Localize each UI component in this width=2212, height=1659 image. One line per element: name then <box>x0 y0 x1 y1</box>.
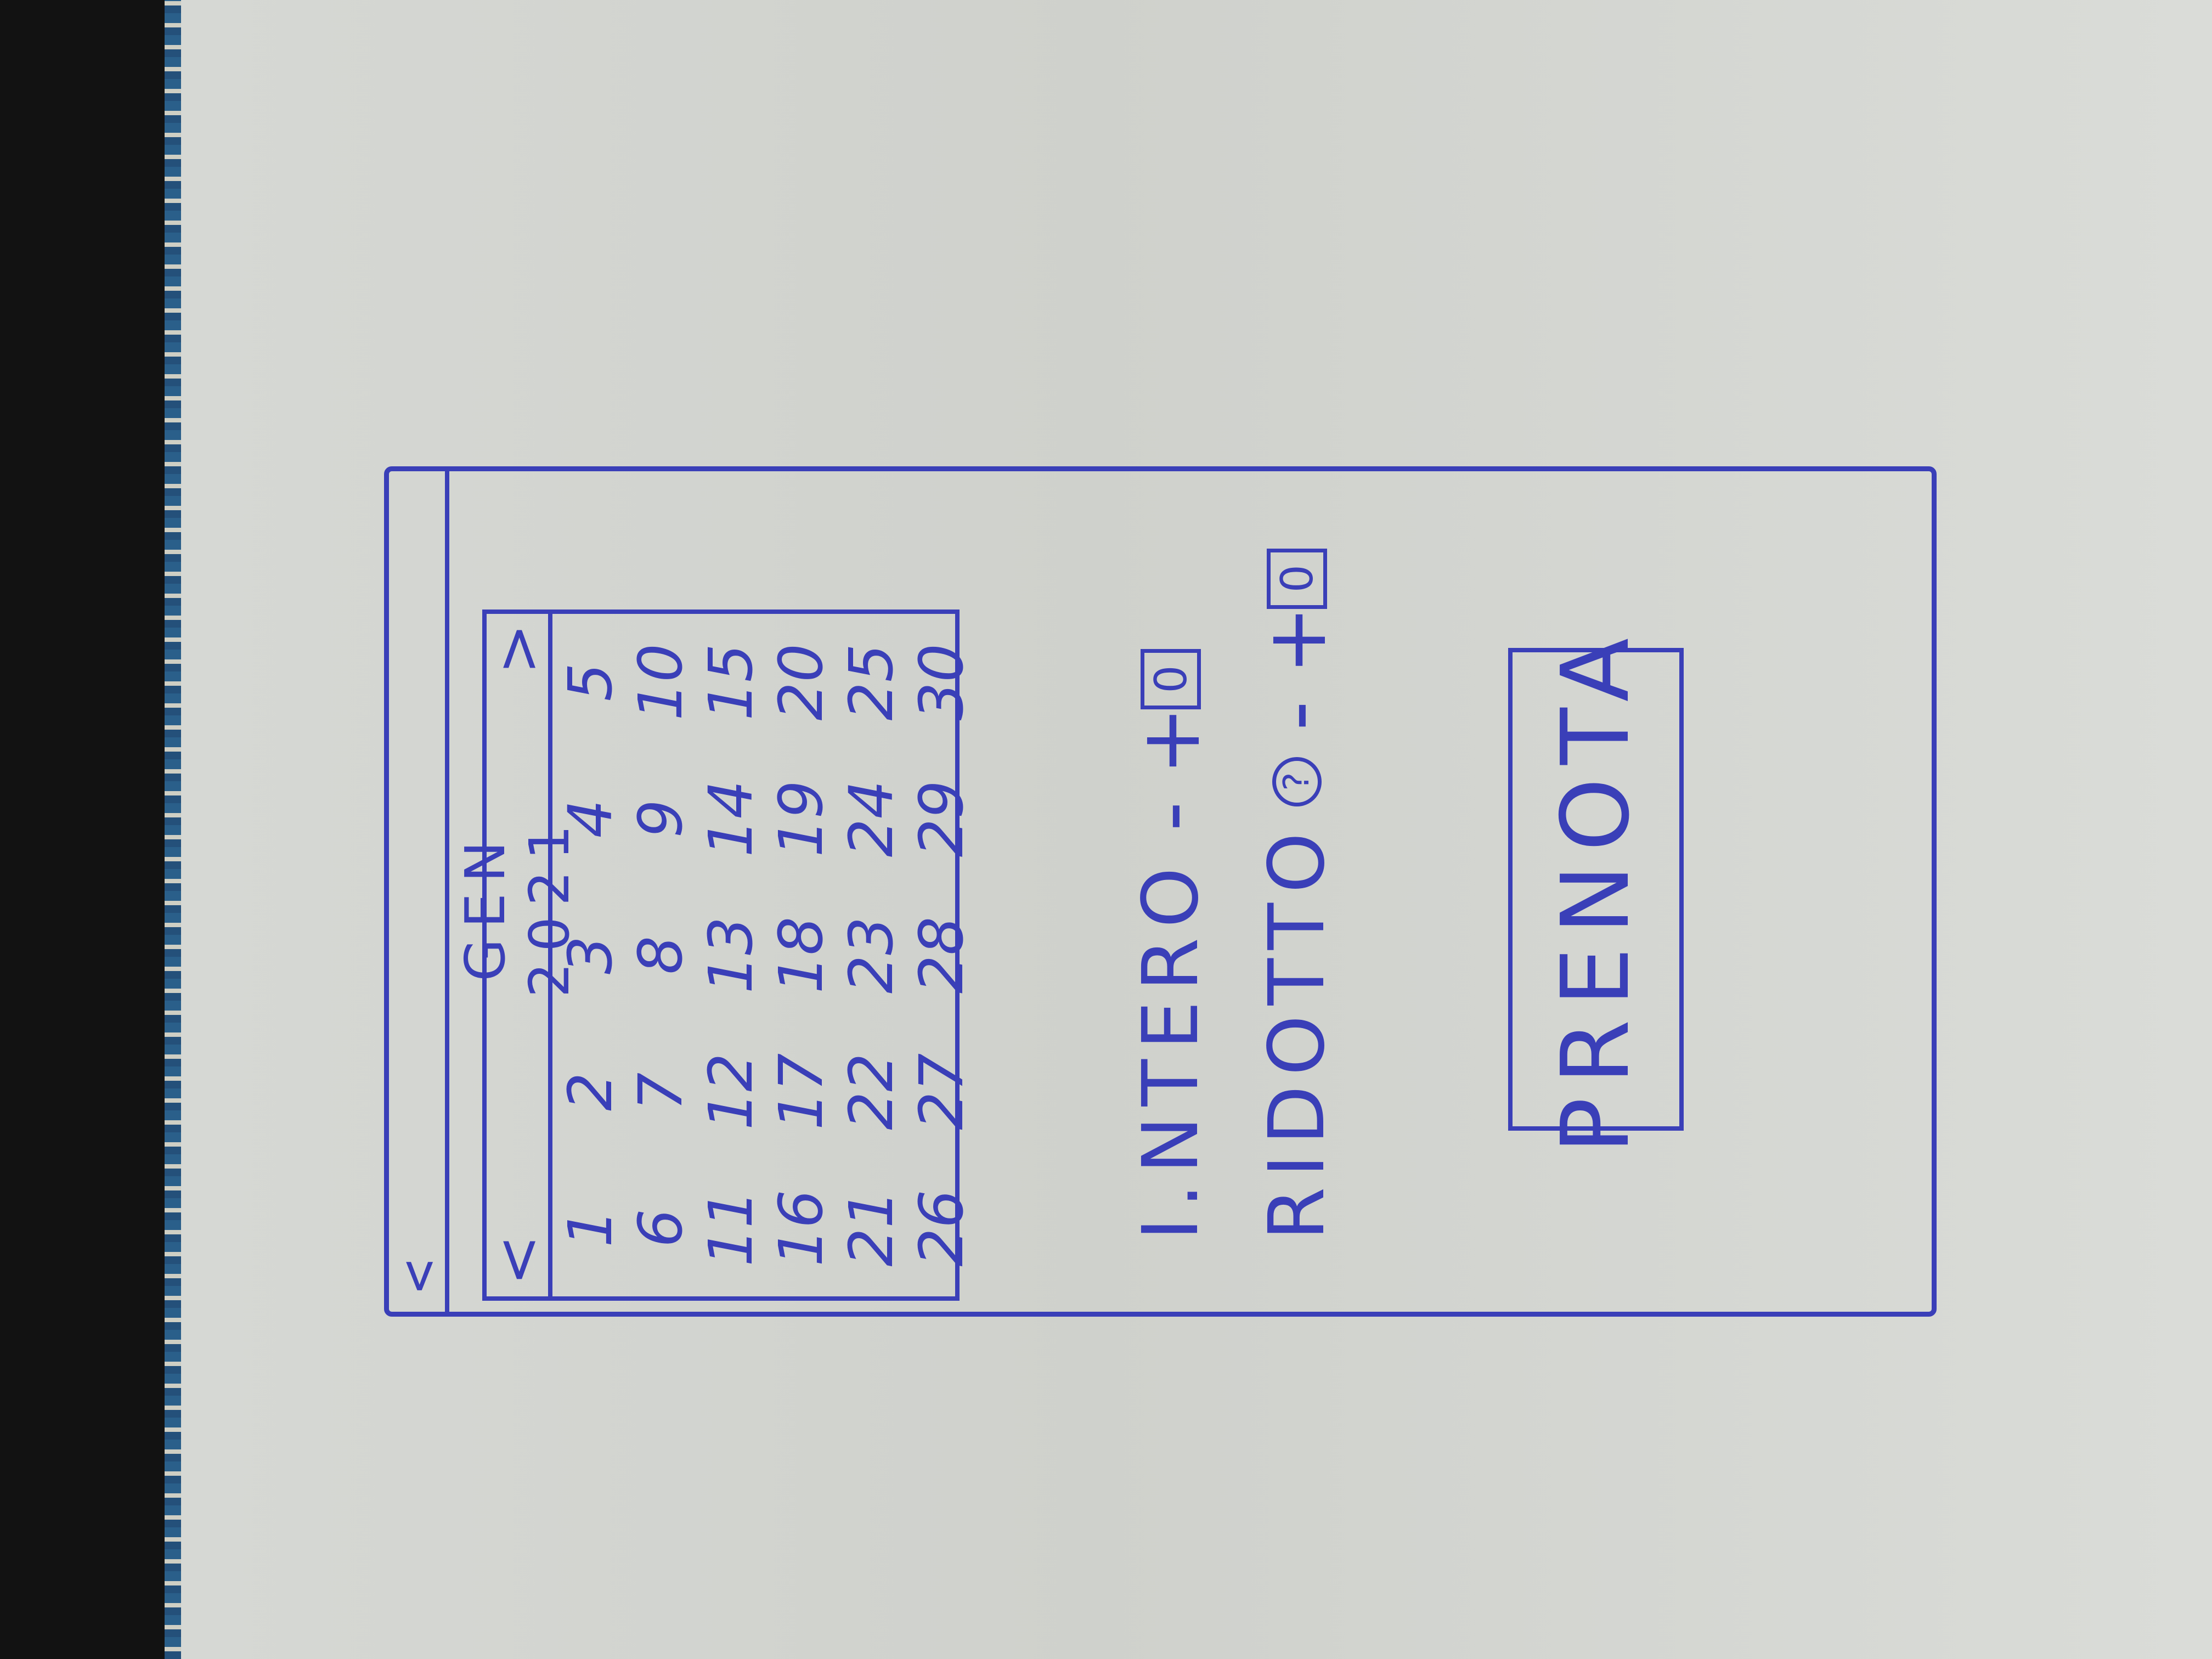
calendar-day[interactable]: 14 <box>696 751 766 887</box>
quantity-value: 0 <box>1141 649 1201 710</box>
calendar-day[interactable]: 11 <box>696 1160 766 1296</box>
calendar-day[interactable]: 13 <box>696 887 766 1024</box>
calendar-day[interactable]: 29 <box>906 751 977 887</box>
phone-frame: < < GEN 2021 > 1 2 3 4 5 6 7 8 9 10 11 1… <box>384 466 1937 1317</box>
next-month-button[interactable]: > <box>482 624 552 674</box>
calendar-day[interactable]: 8 <box>625 887 696 1024</box>
calendar-day[interactable]: 12 <box>696 1023 766 1160</box>
calendar-day[interactable]: 18 <box>766 887 836 1024</box>
calendar-days-grid: 1 2 3 4 5 6 7 8 9 10 11 12 13 14 15 16 1… <box>555 614 977 1296</box>
calendar-day[interactable]: 21 <box>836 1160 906 1296</box>
calendar-day[interactable]: 28 <box>906 887 977 1024</box>
calendar-day[interactable]: 9 <box>625 751 696 887</box>
calendar-day[interactable]: 4 <box>555 751 625 887</box>
ticket-row-full: I.NTERO - + 0 <box>1119 649 1223 1240</box>
calendar-day[interactable]: 24 <box>836 751 906 887</box>
back-button[interactable]: < <box>386 1251 450 1301</box>
calendar-day[interactable]: 15 <box>696 614 766 751</box>
wireframe-sketch: < < GEN 2021 > 1 2 3 4 5 6 7 8 9 10 11 1… <box>384 466 1937 1317</box>
increment-button[interactable]: + <box>1249 606 1345 675</box>
calendar-day[interactable]: 19 <box>766 751 836 887</box>
ticket-label-full: I.NTERO <box>1126 857 1216 1240</box>
top-bar: < <box>386 471 450 1312</box>
decrement-button[interactable]: - <box>1123 792 1218 841</box>
calendar-day[interactable]: 20 <box>766 614 836 751</box>
ticket-label-reduced: RIDOTTO <box>1252 822 1342 1240</box>
calendar: < GEN 2021 > 1 2 3 4 5 6 7 8 9 10 11 12 <box>453 610 977 1301</box>
calendar-day[interactable]: 16 <box>766 1160 836 1296</box>
calendar-day[interactable]: 6 <box>625 1160 696 1296</box>
calendar-day[interactable]: 7 <box>625 1023 696 1160</box>
calendar-day[interactable]: 5 <box>555 614 625 751</box>
calendar-day[interactable]: 17 <box>766 1023 836 1160</box>
calendar-day[interactable]: 30 <box>906 614 977 751</box>
prev-month-button[interactable]: < <box>482 1235 552 1285</box>
calendar-month: GEN <box>453 830 517 981</box>
calendar-day[interactable]: 10 <box>625 614 696 751</box>
calendar-header: < GEN 2021 > <box>453 614 582 1296</box>
calendar-day[interactable]: 1 <box>555 1160 625 1296</box>
calendar-day[interactable]: 23 <box>836 887 906 1024</box>
book-button[interactable]: PRENOTA <box>1508 625 1684 1154</box>
calendar-day[interactable]: 26 <box>906 1160 977 1296</box>
increment-button[interactable]: + <box>1123 706 1218 775</box>
calendar-day[interactable]: 3 <box>555 887 625 1024</box>
decrement-button[interactable]: - <box>1249 691 1345 741</box>
ticket-row-reduced: RIDOTTO ? - + 0 <box>1245 548 1349 1240</box>
quantity-value: 0 <box>1267 548 1327 609</box>
calendar-day[interactable]: 27 <box>906 1023 977 1160</box>
info-icon[interactable]: ? <box>1272 757 1322 806</box>
calendar-day[interactable]: 22 <box>836 1023 906 1160</box>
calendar-day[interactable]: 2 <box>555 1023 625 1160</box>
calendar-day[interactable]: 25 <box>836 614 906 751</box>
